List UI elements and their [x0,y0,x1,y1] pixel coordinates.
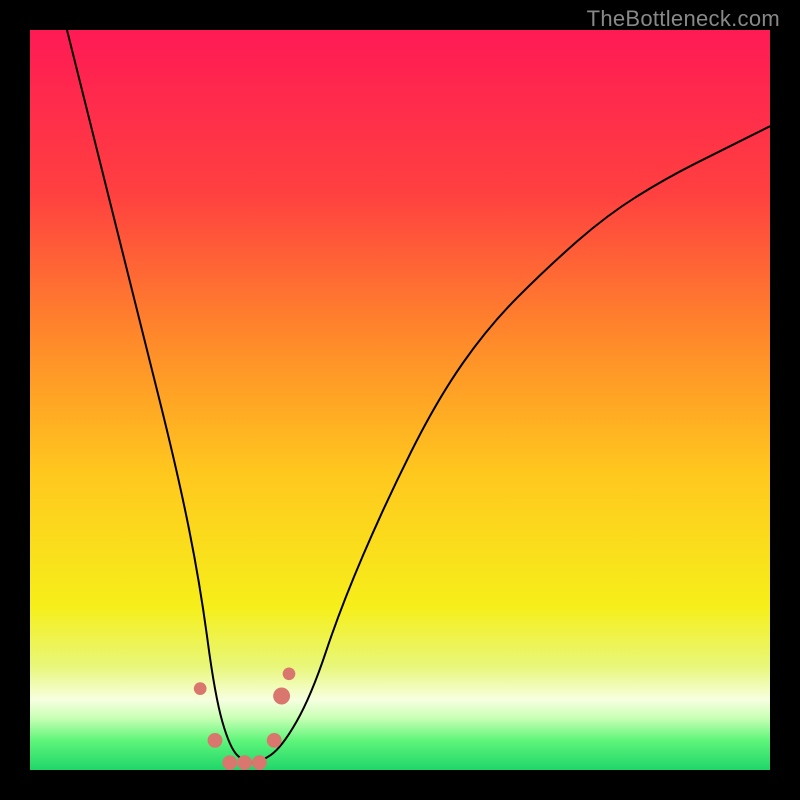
outer-frame: TheBottleneck.com [0,0,800,800]
marker-dot [252,755,267,770]
marker-dot [237,755,252,770]
marker-dot [194,682,207,695]
marker-dot [283,667,296,680]
marker-dot [208,733,223,748]
bottleneck-curve [67,30,770,763]
marker-dot [222,755,237,770]
plot-area [30,30,770,770]
marker-dot [273,688,290,705]
watermark-text: TheBottleneck.com [587,6,780,32]
chart-svg [30,30,770,770]
marker-dot [267,733,282,748]
marker-group [194,667,295,770]
